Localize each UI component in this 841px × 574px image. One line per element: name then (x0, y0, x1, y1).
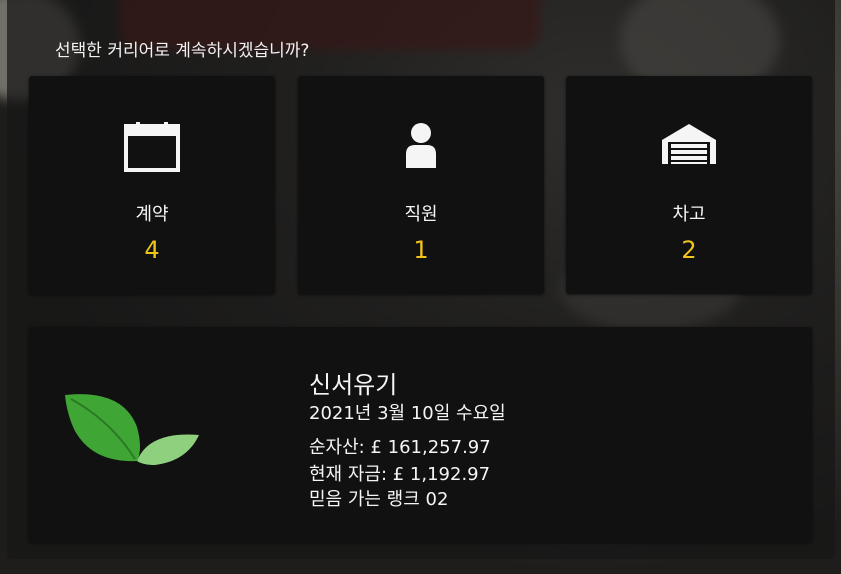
career-funds: 현재 자금: £ 1,192.97 (309, 464, 491, 485)
stat-card-garage: 차고 2 (566, 76, 812, 294)
stat-label: 계약 (135, 204, 169, 225)
stat-card-contracts: 계약 4 (29, 76, 275, 294)
dialog-question: 선택한 커리어로 계속하시겠습니까? (55, 41, 310, 61)
career-rank: 믿음 가는 랭크 02 (309, 489, 449, 510)
leaf-icon (65, 394, 199, 465)
stat-count: 4 (144, 236, 160, 264)
career-net-worth: 순자산: £ 161,257.97 (309, 437, 491, 458)
career-card[interactable]: 신서유기 2021년 3월 10일 수요일 순자산: £ 161,257.97 … (29, 327, 812, 542)
calendar-icon (124, 122, 180, 172)
career-date: 2021년 3월 10일 수요일 (309, 403, 506, 424)
person-icon (406, 123, 436, 168)
stat-label: 직원 (404, 204, 438, 225)
stat-count: 2 (681, 236, 697, 264)
career-name: 신서유기 (309, 371, 398, 399)
stat-count: 1 (413, 236, 429, 264)
stat-label: 차고 (672, 204, 706, 225)
garage-icon (662, 124, 716, 164)
stat-card-employees: 직원 1 (298, 76, 544, 294)
